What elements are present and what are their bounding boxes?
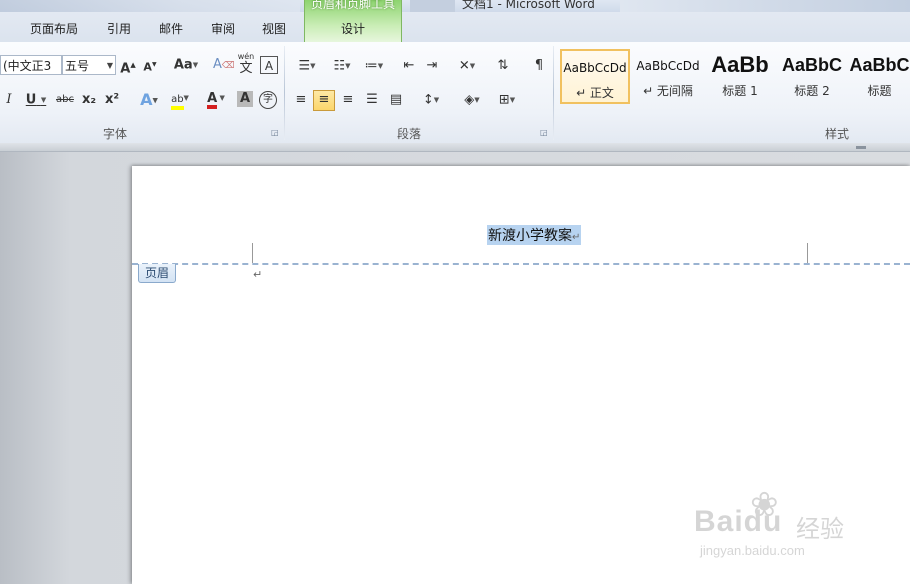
style-name: 标题 bbox=[867, 84, 892, 98]
group-divider bbox=[553, 46, 554, 140]
contextual-tab-group-label: 页眉和页脚工具 bbox=[310, 0, 395, 11]
tab-references[interactable]: 引用 bbox=[107, 20, 131, 37]
font-name-combo[interactable]: (中文正3 bbox=[0, 55, 62, 75]
title-bar-mid-area bbox=[410, 0, 455, 12]
subscript-icon[interactable]: x₂ bbox=[80, 91, 98, 109]
underline-icon[interactable]: U ▼ bbox=[22, 91, 50, 109]
style-name: 标题 2 bbox=[794, 84, 830, 98]
shrink-font-icon[interactable]: A▼ bbox=[141, 56, 159, 74]
font-group-label: 字体 bbox=[103, 127, 128, 141]
style-normal[interactable]: AaBbCcDd ↵ 正文 bbox=[560, 49, 630, 104]
style-no-spacing[interactable]: AaBbCcDd ↵ 无间隔 bbox=[633, 49, 703, 104]
show-marks-icon[interactable]: ¶ bbox=[530, 57, 548, 75]
font-size-combo[interactable]: 五号 ▼ bbox=[62, 55, 116, 75]
baidu-jingyan-watermark: ❀ Baidu 经验 jingyan.baidu.com bbox=[688, 481, 868, 571]
change-case-icon[interactable]: Aa▼ bbox=[173, 56, 199, 74]
multilevel-list-icon[interactable]: ≔▼ bbox=[360, 57, 388, 75]
bullets-icon[interactable]: ☰▼ bbox=[292, 57, 322, 75]
ribbon-tab-bar: 页面布局 引用 邮件 审阅 视图 bbox=[0, 12, 910, 43]
style-heading-1[interactable]: AaBb 标题 1 bbox=[705, 49, 775, 104]
paragraph-group-label: 段落 bbox=[397, 127, 422, 141]
ruler-strip bbox=[0, 143, 910, 152]
tab-page-layout[interactable]: 页面布局 bbox=[30, 20, 78, 37]
header-boundary-line bbox=[132, 263, 910, 265]
align-center-icon[interactable]: ≡ bbox=[313, 90, 335, 111]
style-sample: AaBbCcDd bbox=[636, 59, 700, 73]
paragraph-dialog-launcher-icon[interactable]: ◲ bbox=[540, 128, 548, 137]
font-name-value: (中文正3 bbox=[3, 59, 52, 73]
styles-group-label: 样式 bbox=[825, 127, 850, 141]
enclose-characters-icon[interactable]: 字 bbox=[259, 91, 277, 109]
increase-indent-icon[interactable]: ⇥ bbox=[423, 57, 441, 75]
chevron-down-icon: ▼ bbox=[106, 61, 113, 70]
align-left-icon[interactable]: ≡ bbox=[292, 91, 310, 109]
highlight-color-icon[interactable]: ab▼ bbox=[166, 89, 194, 110]
header-text-selected[interactable]: 新渡小学教案↵ bbox=[487, 225, 582, 245]
watermark-jingyan: 经验 bbox=[796, 515, 844, 543]
style-sample: AaBbC bbox=[849, 55, 910, 75]
paragraph-mark: ↵ bbox=[253, 268, 263, 281]
title-bar-left-area bbox=[0, 0, 300, 12]
watermark-brand: Baidu bbox=[694, 505, 783, 538]
style-title[interactable]: AaBbC 标题 bbox=[849, 49, 910, 104]
numbering-icon[interactable]: ☷▼ bbox=[327, 57, 357, 75]
style-name: ↵ 正文 bbox=[576, 86, 614, 100]
ribbon: (中文正3 五号 ▼ A▲ A▼ Aa▼ A⌫ wén 文 A I U ▼ ab… bbox=[0, 42, 910, 144]
contextual-tab-header-footer-tools[interactable]: 页眉和页脚工具 设计 bbox=[304, 0, 402, 42]
window-title: 文档1 - Microsoft Word bbox=[462, 0, 595, 11]
style-sample: AaBb bbox=[711, 52, 769, 77]
character-shading-icon[interactable]: A bbox=[237, 91, 253, 107]
sort-icon[interactable]: ⇅ bbox=[494, 57, 512, 75]
font-color-icon[interactable]: A ▼ bbox=[201, 89, 231, 109]
tab-mailings[interactable]: 邮件 bbox=[159, 20, 183, 37]
title-bar-right-area bbox=[620, 0, 910, 12]
decrease-indent-icon[interactable]: ⇤ bbox=[400, 57, 418, 75]
title-bar: 文档1 - Microsoft Word bbox=[0, 0, 910, 12]
header-crop-mark-right bbox=[807, 243, 808, 263]
font-dialog-launcher-icon[interactable]: ◲ bbox=[271, 128, 279, 137]
clear-formatting-icon[interactable]: A⌫ bbox=[213, 56, 235, 74]
distributed-icon[interactable]: ▤ bbox=[387, 91, 405, 109]
group-divider bbox=[284, 46, 285, 140]
borders-icon[interactable]: ⊞▼ bbox=[494, 91, 520, 109]
style-name: 标题 1 bbox=[722, 84, 758, 98]
header-crop-mark-left bbox=[252, 243, 253, 263]
justify-icon[interactable]: ☰ bbox=[363, 91, 381, 109]
align-right-icon[interactable]: ≡ bbox=[339, 91, 357, 109]
split-handle[interactable] bbox=[856, 146, 866, 149]
style-sample: AaBbCcDd bbox=[563, 61, 627, 75]
character-border-icon[interactable]: A bbox=[260, 56, 278, 74]
style-name: ↵ 无间隔 bbox=[643, 84, 693, 98]
strikethrough-icon[interactable]: abc bbox=[55, 91, 75, 109]
superscript-icon[interactable]: x² bbox=[103, 91, 121, 109]
header-label-tag: 页眉 bbox=[138, 264, 177, 283]
font-size-value: 五号 bbox=[65, 59, 90, 73]
tab-review[interactable]: 审阅 bbox=[211, 20, 235, 37]
asian-layout-icon[interactable]: ✕▼ bbox=[453, 57, 481, 75]
tab-view[interactable]: 视图 bbox=[262, 20, 286, 37]
shading-bucket-icon[interactable]: ◈▼ bbox=[458, 91, 486, 109]
style-heading-2[interactable]: AaBbC 标题 2 bbox=[777, 49, 847, 104]
line-spacing-icon[interactable]: ↕▼ bbox=[418, 91, 444, 109]
watermark-site: jingyan.baidu.com bbox=[700, 543, 805, 558]
text-effects-icon[interactable]: A▼ bbox=[136, 91, 162, 109]
style-sample: AaBbC bbox=[781, 55, 842, 75]
tab-design[interactable]: 设计 bbox=[341, 20, 365, 37]
grow-font-icon[interactable]: A▲ bbox=[119, 56, 137, 76]
phonetic-guide-icon[interactable]: wén 文 bbox=[236, 51, 256, 77]
italic-icon[interactable]: I bbox=[0, 91, 18, 109]
